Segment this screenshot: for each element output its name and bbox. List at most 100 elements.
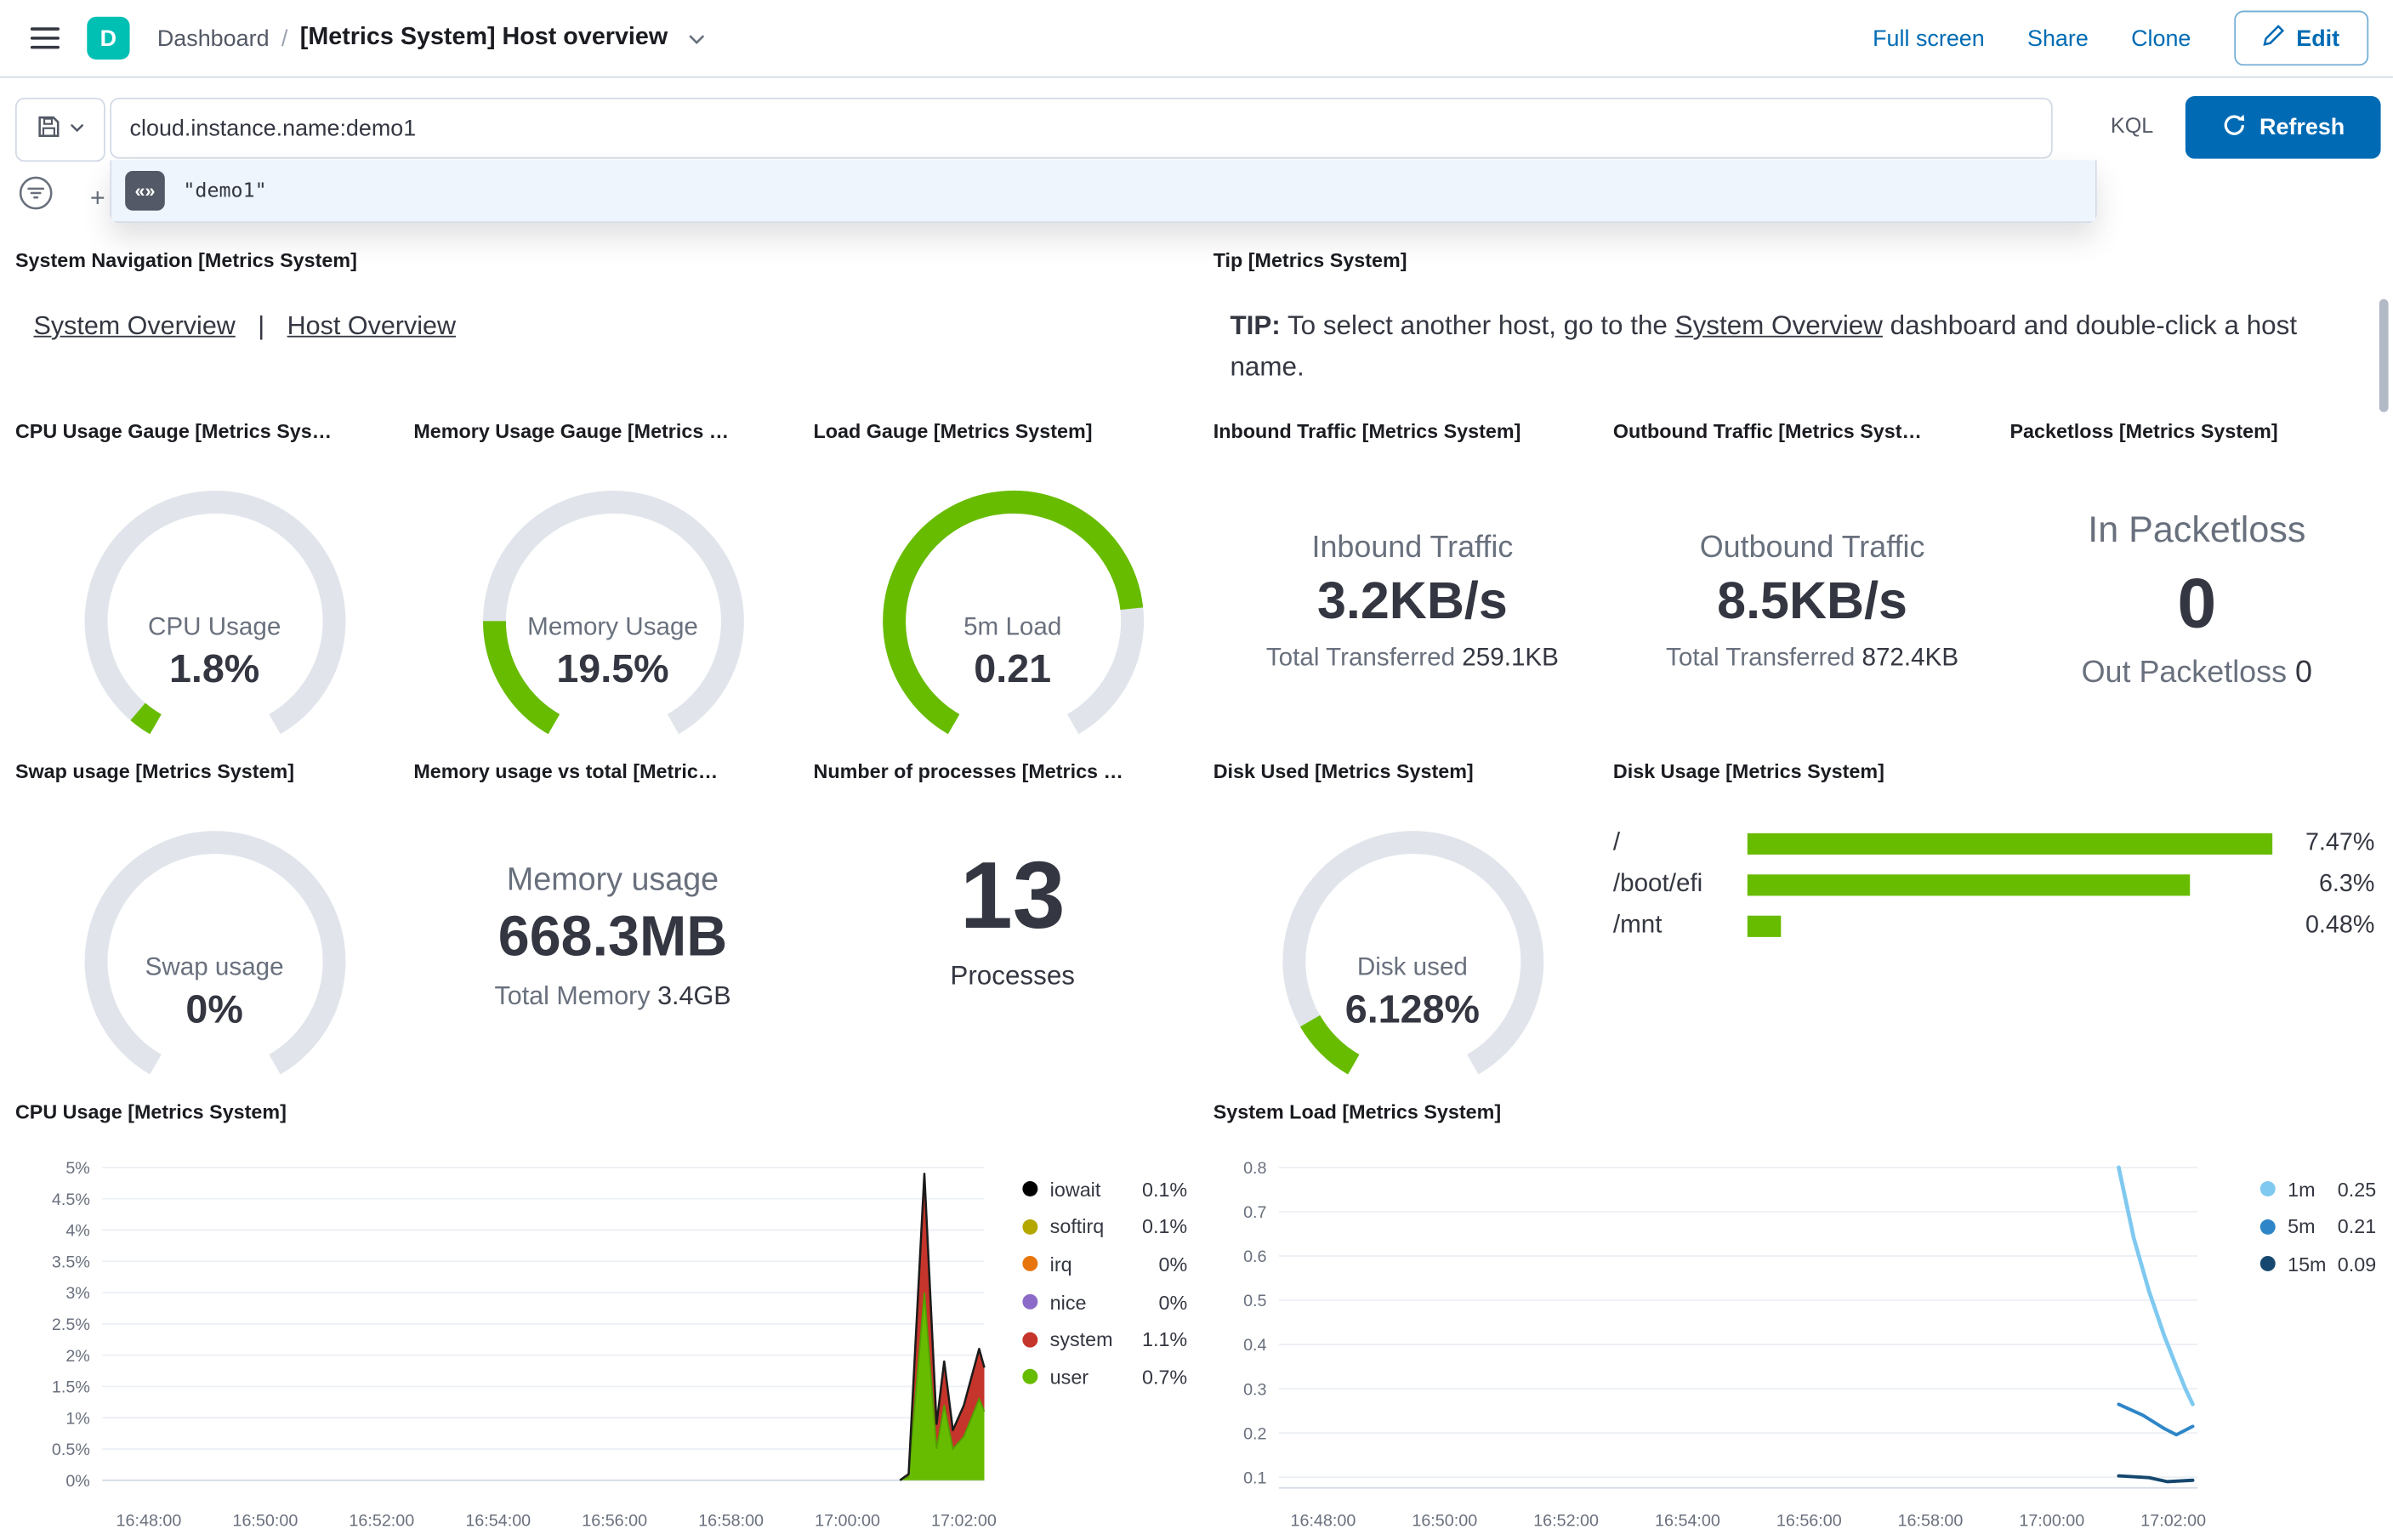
legend-item-5m[interactable]: 5m 0.21 <box>2259 1208 2376 1246</box>
add-filter-icon[interactable]: + <box>90 184 105 210</box>
panel-title: Number of processes [Metrics … <box>813 759 1123 783</box>
panel-disk-usage[interactable]: Disk Usage [Metrics System] / 7.47% /boot/… <box>1613 760 2375 946</box>
legend-label: irq <box>1049 1253 1072 1276</box>
panel-title: Inbound Traffic [Metrics System] <box>1213 419 1521 443</box>
metric-subtext: Total Transferred 259.1KB <box>1265 644 1559 672</box>
saved-query-menu-button[interactable] <box>14 97 105 162</box>
space-avatar[interactable]: D <box>87 16 130 60</box>
svg-text:16:56:00: 16:56:00 <box>1776 1512 1842 1531</box>
legend-item-nice[interactable]: nice 0% <box>1022 1283 1187 1321</box>
share-button[interactable]: Share <box>2027 26 2089 52</box>
legend-value: 0.7% <box>1142 1365 1188 1389</box>
panel-number-of-processes[interactable]: Number of processes [Metrics … 13 Proces… <box>814 760 1212 992</box>
edit-button[interactable]: Edit <box>2233 10 2369 66</box>
svg-text:4%: 4% <box>65 1222 90 1241</box>
clone-button[interactable]: Clone <box>2131 26 2191 52</box>
full-screen-button[interactable]: Full screen <box>1873 26 1985 52</box>
svg-text:1%: 1% <box>65 1409 90 1428</box>
disk-usage-bar[interactable] <box>1747 832 2273 855</box>
query-language-toggle[interactable]: KQL <box>2111 113 2153 138</box>
panel-title: Tip [Metrics System] <box>1213 248 1407 272</box>
panel-title: Memory Usage Gauge [Metrics … <box>413 419 730 443</box>
breadcrumb-dashboard[interactable]: Dashboard <box>157 26 270 52</box>
legend-item-user[interactable]: user 0.7% <box>1022 1358 1187 1395</box>
svg-text:4.5%: 4.5% <box>52 1191 90 1209</box>
cpu-usage-area-chart[interactable]: 5% 4.5% 4% 3.5% 3% 2.5% 2% 1.5% 1% 0.5% 0% 16:48:00… <box>15 1149 1004 1533</box>
pencil-icon <box>2262 25 2284 52</box>
svg-text:16:58:00: 16:58:00 <box>698 1512 764 1531</box>
disk-usage-bar[interactable] <box>1747 873 2191 895</box>
panel-title: Packetloss [Metrics System] <box>2009 419 2278 443</box>
panel-disk-used-gauge[interactable]: Disk Used [Metrics System] Disk used 6.1… <box>1214 760 1611 1106</box>
legend-item-1m[interactable]: 1m 0.25 <box>2259 1170 2376 1208</box>
legend-item-iowait[interactable]: iowait 0.1% <box>1022 1170 1187 1208</box>
svg-text:2%: 2% <box>65 1347 90 1366</box>
query-input[interactable] <box>110 97 2053 159</box>
legend-item-15m[interactable]: 15m 0.09 <box>2259 1246 2376 1283</box>
panel-inbound-traffic[interactable]: Inbound Traffic [Metrics System] Inbound… <box>1214 420 1611 673</box>
panel-cpu-usage-chart[interactable]: CPU Usage [Metrics System] 5% 4.5% 4% 3.5% 3… <box>15 1100 1206 1535</box>
top-navigation-bar: D Dashboard / [Metrics System] Host over… <box>0 0 2393 78</box>
page-title: [Metrics System] Host overview <box>299 24 668 51</box>
disk-mount-label: / <box>1612 828 1621 856</box>
refresh-button[interactable]: Refresh <box>2185 96 2381 159</box>
metric-label: Memory usage <box>506 861 719 898</box>
panel-memory-usage-gauge[interactable]: Memory Usage Gauge [Metrics … Memory Usa… <box>413 420 811 766</box>
svg-text:0.3: 0.3 <box>1243 1380 1266 1399</box>
svg-text:16:54:00: 16:54:00 <box>1655 1512 1720 1531</box>
link-host-overview[interactable]: Host Overview <box>287 311 456 340</box>
legend-swatch <box>1022 1219 1038 1235</box>
metric-label: Outbound Traffic <box>1699 531 1925 565</box>
gauge-value: 0% <box>185 986 243 1032</box>
metric-label: Processes <box>950 959 1076 991</box>
metric-value: 668.3MB <box>497 905 728 968</box>
disk-usage-bar[interactable] <box>1747 914 1782 936</box>
metric-value: 8.5KB/s <box>1717 571 1907 631</box>
gauge-value: 0.21 <box>974 645 1052 691</box>
gauge-label: 5m Load <box>963 613 1062 641</box>
legend-item-softirq[interactable]: softirq 0.1% <box>1022 1208 1187 1246</box>
hamburger-menu-icon[interactable] <box>25 15 65 60</box>
legend-swatch <box>2259 1219 2276 1235</box>
svg-text:2.5%: 2.5% <box>52 1316 90 1334</box>
panel-swap-usage-gauge[interactable]: Swap usage [Metrics System] Swap usage 0… <box>15 760 413 1106</box>
gauge-value: 6.128% <box>1344 986 1481 1032</box>
link-system-overview[interactable]: System Overview <box>33 311 235 340</box>
gauge-label: Memory Usage <box>527 613 698 641</box>
svg-text:16:48:00: 16:48:00 <box>1291 1512 1356 1531</box>
svg-text:17:02:00: 17:02:00 <box>2140 1512 2206 1531</box>
system-load-line-chart[interactable]: 0.8 0.7 0.6 0.5 0.4 0.3 0.2 0.1 16:48:00 16:50:00… <box>1214 1149 2224 1533</box>
disk-usage-row: /boot/efi 6.3% <box>1613 864 2375 905</box>
disk-usage-row: / 7.47% <box>1613 822 2375 863</box>
refresh-button-label: Refresh <box>2259 114 2345 141</box>
disk-usage-value: 7.47% <box>2305 829 2375 855</box>
legend-item-system[interactable]: system 1.1% <box>1022 1321 1187 1358</box>
legend-label: 5m <box>2288 1215 2316 1239</box>
panel-outbound-traffic[interactable]: Outbound Traffic [Metrics Syst… Outbound… <box>1613 420 2011 673</box>
disk-usage-bars: / 7.47% /boot/efi 6.3% /mnt 0.48% <box>1613 822 2375 946</box>
space-initial: D <box>99 25 117 52</box>
legend-value: 0.1% <box>1142 1215 1188 1239</box>
panel-memory-usage-vs-total[interactable]: Memory usage vs total [Metric… Memory us… <box>413 760 811 1012</box>
gauge-value: 1.8% <box>168 645 260 691</box>
chevron-down-icon[interactable] <box>686 28 706 48</box>
svg-text:0.4: 0.4 <box>1243 1336 1266 1355</box>
panel-packetloss[interactable]: Packetloss [Metrics System] In Packetlos… <box>2009 420 2384 691</box>
legend-label: softirq <box>1049 1215 1105 1239</box>
filter-icon[interactable] <box>19 175 54 218</box>
svg-text:0.2: 0.2 <box>1243 1424 1266 1443</box>
panel-load-gauge[interactable]: Load Gauge [Metrics System] 5m Load 0.21 <box>814 420 1212 766</box>
legend-value: 0% <box>1158 1290 1188 1314</box>
gauge-label: CPU Usage <box>147 613 281 641</box>
legend-swatch <box>1022 1256 1038 1272</box>
svg-text:17:00:00: 17:00:00 <box>815 1512 880 1531</box>
svg-text:0.5%: 0.5% <box>52 1441 90 1459</box>
legend-swatch <box>1022 1293 1038 1310</box>
legend-label: user <box>1049 1365 1089 1389</box>
panel-cpu-usage-gauge[interactable]: CPU Usage Gauge [Metrics Sys… CPU Usage … <box>15 420 413 766</box>
legend-label: iowait <box>1049 1178 1101 1201</box>
legend-item-irq[interactable]: irq 0% <box>1022 1246 1187 1283</box>
link-system-overview[interactable]: System Overview <box>1675 310 1883 340</box>
suggestion-item[interactable]: «» "demo1" <box>111 160 2095 222</box>
panel-system-load-chart[interactable]: System Load [Metrics System] 0.8 0.7 0.6 0.… <box>1214 1100 2393 1535</box>
